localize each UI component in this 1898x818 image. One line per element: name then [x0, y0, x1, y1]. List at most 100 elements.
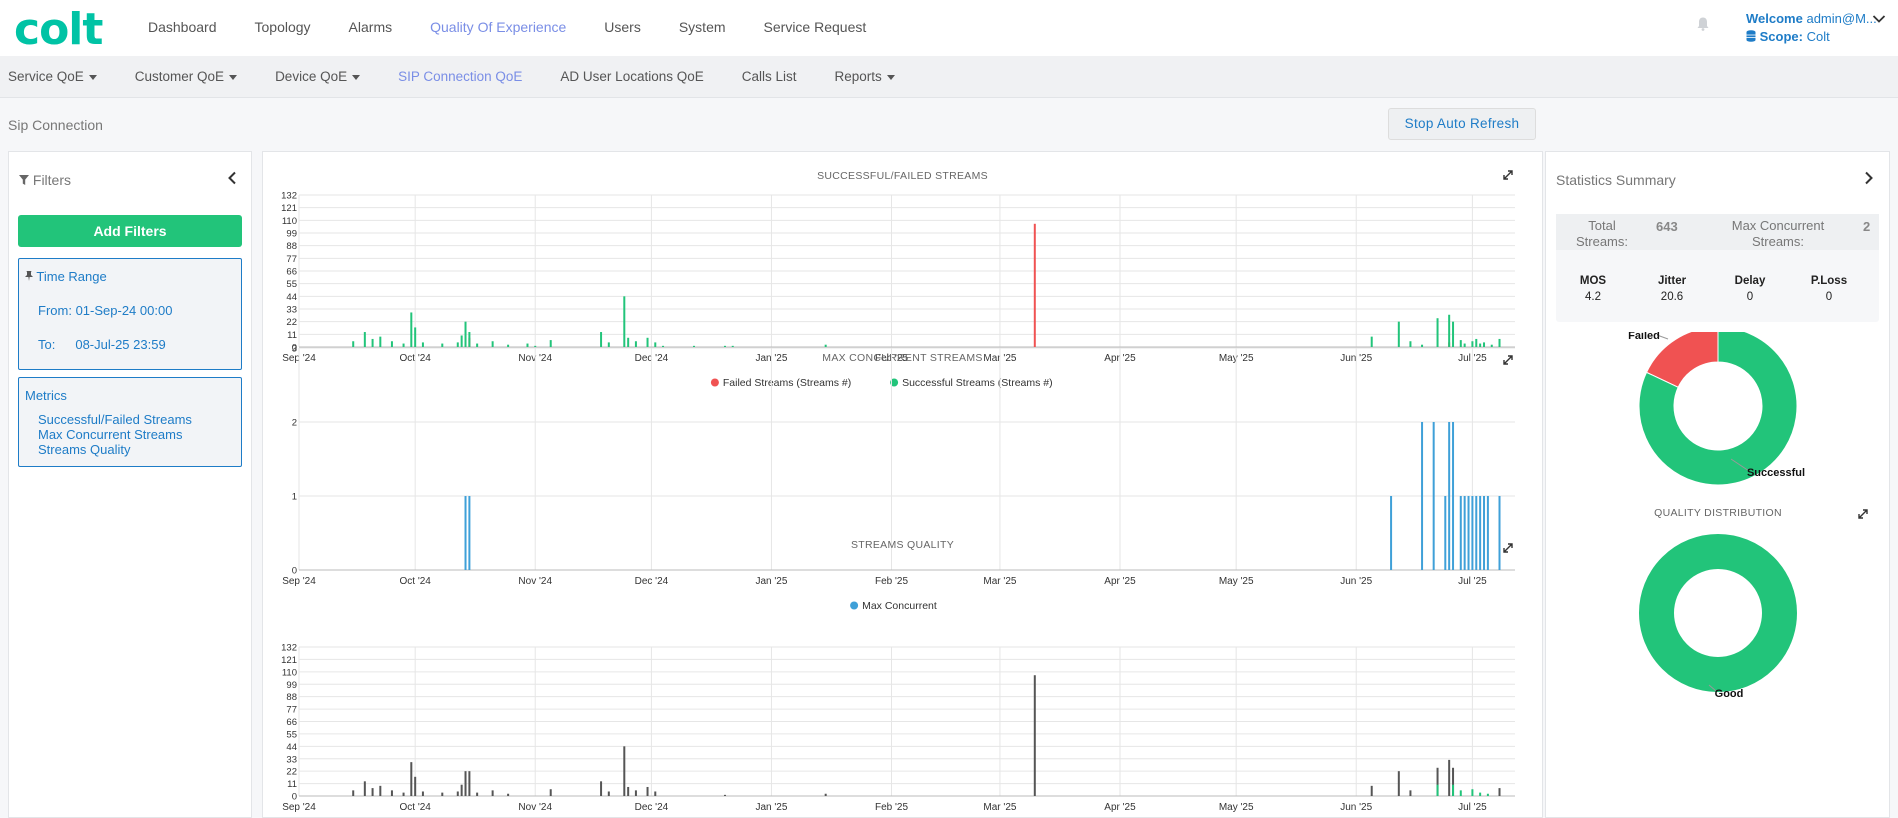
welcome-label: Welcome: [1746, 11, 1803, 26]
caret-down-icon: [352, 74, 361, 80]
expand-icon-shape: [1503, 170, 1513, 180]
nav-dashboard[interactable]: Dashboard: [148, 19, 217, 35]
bar: [1498, 338, 1501, 347]
bar: [410, 762, 413, 796]
stop-auto-refresh-button[interactable]: Stop Auto Refresh: [1388, 108, 1536, 140]
bar: [1459, 790, 1462, 796]
bar: [1033, 223, 1036, 347]
chevron-right-icon[interactable]: [1864, 171, 1874, 185]
user-info[interactable]: Welcome admin@M... Scope: Colt: [1746, 10, 1877, 46]
bar: [1452, 784, 1455, 796]
nav-users[interactable]: Users: [604, 19, 641, 35]
bar: [1475, 338, 1478, 347]
bar: [1486, 793, 1489, 796]
subnav-reports[interactable]: Reports: [835, 69, 895, 84]
subnav-customer-qoe[interactable]: Customer QoE: [135, 69, 238, 84]
bar: [1479, 343, 1482, 347]
bar: [1397, 321, 1400, 347]
y-tick-label: 88: [286, 241, 297, 252]
expand-icon[interactable]: [1858, 509, 1868, 519]
nav-system[interactable]: System: [679, 19, 726, 35]
caret-down-icon: [88, 74, 97, 80]
subnav-device-qoe[interactable]: Device QoE: [275, 69, 361, 84]
legend-label: Successful Streams (Streams #): [902, 377, 1053, 389]
nav-quality-of-experience[interactable]: Quality Of Experience: [430, 19, 566, 35]
y-tick-label: 22: [286, 317, 297, 328]
max-concurrent-value: 2: [1863, 219, 1871, 234]
x-tick-label: Mar '25: [983, 576, 1016, 587]
bar: [1483, 496, 1486, 570]
bar: [1463, 343, 1466, 347]
summary-box: Total Streams: 643 Max Concurrent Stream…: [1556, 214, 1879, 322]
metrics-filter[interactable]: Metrics Successful/Failed Streams Max Co…: [18, 377, 242, 467]
bar: [371, 788, 374, 796]
filters-title: Filters: [32, 172, 72, 188]
charts-svg: SUCCESSFUL/FAILED STREAMS011223344556677…: [281, 170, 1515, 813]
database-icon: [1746, 30, 1756, 42]
bar: [693, 345, 696, 347]
bar: [390, 341, 393, 347]
bar: [460, 784, 463, 796]
colt-logo[interactable]: colt: [14, 4, 103, 55]
x-tick-label: Jul '25: [1458, 576, 1487, 587]
bar: [371, 338, 374, 347]
bar: [654, 791, 657, 796]
y-tick-label: 0: [292, 566, 297, 577]
y-tick-label: 11: [287, 779, 297, 790]
metrics-list: Successful/Failed Streams Max Concurrent…: [38, 412, 192, 457]
y-tick-label: 33: [286, 754, 297, 765]
y-tick-label: 2: [292, 418, 297, 429]
subnav-calls-list[interactable]: Calls List: [742, 69, 797, 84]
y-tick-label: 11: [287, 330, 297, 341]
welcome-user: admin@M...: [1806, 11, 1877, 26]
subnav-sip-connection-qoe[interactable]: SIP Connection QoE: [398, 69, 522, 84]
legend-marker: [710, 378, 719, 387]
statistics-summary-title: Statistics Summary: [1556, 172, 1676, 188]
y-tick-label: 132: [281, 643, 297, 654]
filters-panel: Filters Add Filters Time Range From: 01-…: [8, 151, 252, 818]
chevron-down-icon[interactable]: [1872, 14, 1886, 24]
time-from: From: 01-Sep-24 00:00: [38, 303, 172, 318]
bar: [1397, 771, 1400, 796]
bar: [549, 340, 552, 347]
pie-label: Failed: [1628, 332, 1660, 342]
expand-icon[interactable]: [1503, 543, 1513, 553]
x-tick-label: Dec '24: [635, 802, 669, 813]
y-tick-label: 88: [286, 692, 297, 703]
bar: [1490, 344, 1493, 347]
x-tick-label: May '25: [1219, 576, 1254, 587]
time-range-filter[interactable]: Time Range From: 01-Sep-24 00:00 To: 08-J…: [18, 258, 242, 370]
add-filters-button[interactable]: Add Filters: [18, 215, 242, 247]
bar: [1475, 496, 1478, 570]
expand-icon[interactable]: [1503, 170, 1513, 180]
x-tick-label: Jan '25: [755, 802, 787, 813]
bar: [1436, 784, 1439, 796]
charts-panel: SUCCESSFUL/FAILED STREAMS 0 11 22 33 44 55 66 77…: [262, 151, 1543, 818]
y-tick-label: 55: [286, 729, 297, 740]
bar: [634, 341, 637, 347]
page-title: Sip Connection: [8, 117, 103, 133]
expand-icon[interactable]: [1503, 355, 1513, 365]
bar: [607, 791, 610, 796]
y-tick-label: 33: [286, 305, 297, 316]
nav-alarms[interactable]: Alarms: [349, 19, 393, 35]
chevron-left-icon[interactable]: [227, 171, 237, 185]
sub-nav: Service QoE Customer QoE Device QoE SIP …: [8, 69, 933, 84]
bar: [824, 344, 827, 347]
bar: [1448, 422, 1451, 570]
bar: [468, 332, 471, 347]
subnav-service-qoe[interactable]: Service QoE: [8, 69, 97, 84]
nav-topology[interactable]: Topology: [255, 19, 311, 35]
metrics-title: Metrics: [25, 388, 67, 403]
bar: [441, 343, 444, 347]
bar: [1390, 496, 1393, 570]
bell-icon[interactable]: [1697, 17, 1709, 31]
subnav-ad-user-locations-qoe[interactable]: AD User Locations QoE: [560, 69, 703, 84]
x-tick-label: Oct '24: [399, 576, 431, 587]
nav-service-request[interactable]: Service Request: [764, 19, 867, 35]
kpi-mos-value: 4.2: [1585, 291, 1601, 303]
bar: [1483, 342, 1486, 347]
x-tick-label: Apr '25: [1104, 576, 1136, 587]
y-tick-label: 44: [286, 292, 297, 303]
filter-icon: [19, 175, 29, 185]
